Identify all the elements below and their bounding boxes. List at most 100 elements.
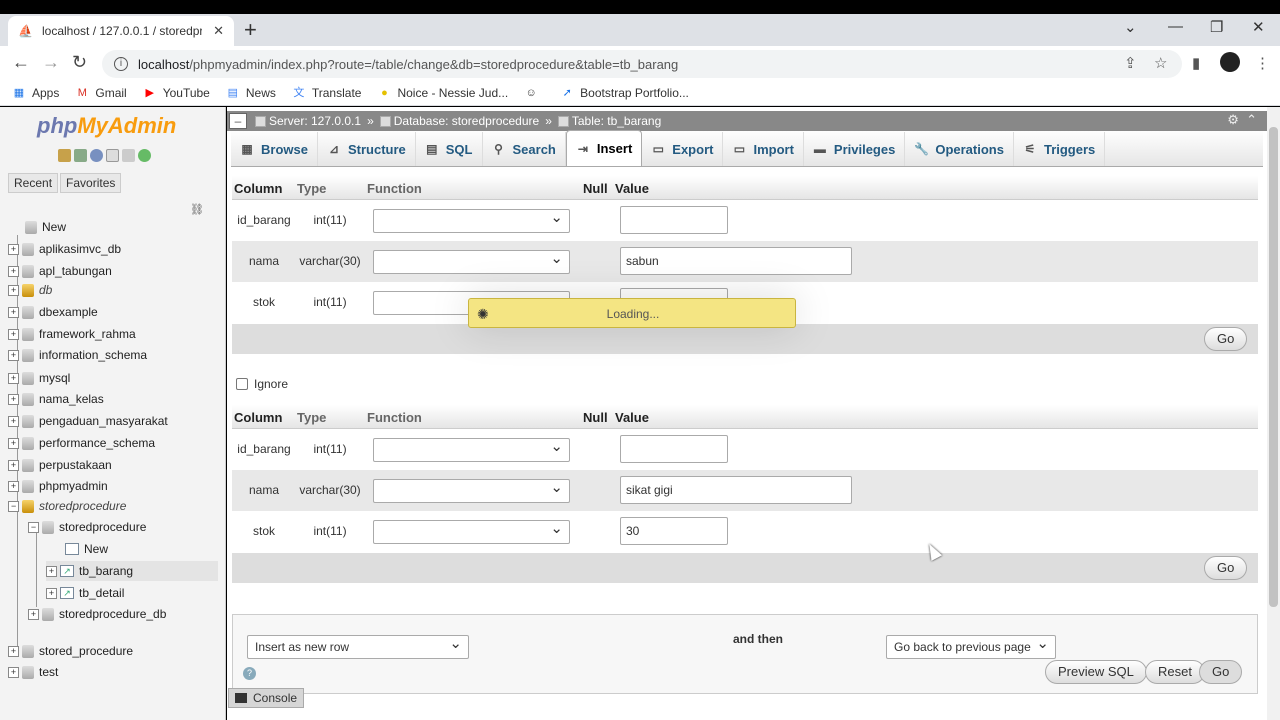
ignore-checkbox[interactable] <box>236 378 248 390</box>
tree-db-performance-schema[interactable]: + performance_schema <box>8 433 155 453</box>
tree-db-test[interactable]: + test <box>8 662 58 682</box>
tree-db-db[interactable]: + db <box>8 280 52 300</box>
tab-operations[interactable]: 🔧 Operations <box>905 132 1014 166</box>
go-button[interactable]: Go <box>1204 556 1248 580</box>
function-select[interactable] <box>373 437 570 462</box>
breadcrumb-server[interactable]: Server: 127.0.0.1 <box>269 114 361 128</box>
expand-icon[interactable]: + <box>8 265 19 277</box>
tree-table-tb-barang[interactable]: + ↗ tb_barang <box>46 561 218 581</box>
refresh-icon[interactable] <box>138 149 151 162</box>
expand-icon[interactable]: + <box>46 587 57 599</box>
side-panel-icon[interactable]: ▮ <box>1192 54 1200 72</box>
value-input[interactable]: 30 <box>620 517 728 545</box>
link-chain-icon[interactable]: ⛓ <box>190 203 204 216</box>
docs-icon[interactable] <box>106 149 119 162</box>
bookmark-smiley[interactable]: ☺ <box>524 87 544 99</box>
tree-new[interactable]: New <box>25 217 66 237</box>
breadcrumb-database[interactable]: Database: storedprocedure <box>394 114 539 128</box>
tab-search[interactable]: ⚲ Search <box>483 132 566 166</box>
tab-triggers[interactable]: ⚟ Triggers <box>1014 132 1106 166</box>
expand-icon[interactable]: + <box>8 480 19 492</box>
tree-db-nama-kelas[interactable]: + nama_kelas <box>8 389 104 409</box>
function-select[interactable] <box>373 249 570 274</box>
bookmark-gmail[interactable]: M Gmail <box>75 86 127 100</box>
tab-sql[interactable]: ▤ SQL <box>416 132 483 166</box>
value-input[interactable]: sabun <box>620 247 852 275</box>
function-select[interactable] <box>373 208 570 233</box>
forward-icon[interactable]: → <box>42 52 60 73</box>
collapse-icon[interactable]: − <box>8 500 19 512</box>
page-settings-gear-icon[interactable]: ⚙ ⌃ <box>1227 112 1257 128</box>
preview-sql-button[interactable]: Preview SQL <box>1045 660 1147 684</box>
restore-icon[interactable]: ❐ <box>1210 18 1223 36</box>
expand-icon[interactable]: + <box>8 645 19 657</box>
expand-icon[interactable]: + <box>8 284 19 296</box>
url-field[interactable]: i localhost/phpmyadmin/index.php?route=/… <box>102 50 1182 78</box>
value-input[interactable] <box>620 435 728 463</box>
reset-button[interactable]: Reset <box>1145 660 1205 684</box>
tab-privileges[interactable]: ▬ Privileges <box>804 132 906 166</box>
page-scrollbar[interactable] <box>1267 107 1280 720</box>
recent-button[interactable]: Recent <box>8 173 59 193</box>
tab-insert[interactable]: ⇥ Insert <box>565 130 643 166</box>
close-window-icon[interactable]: ✕ <box>1252 18 1265 36</box>
expand-icon[interactable]: + <box>8 306 19 318</box>
profile-avatar[interactable] <box>1220 52 1240 72</box>
tab-export[interactable]: ▭ Export <box>642 132 724 166</box>
browser-tab[interactable]: ⛵ localhost / 127.0.0.1 / storedproc ✕ <box>8 16 234 46</box>
tree-db-storedprocedure-group[interactable]: − storedprocedure <box>8 496 126 516</box>
scrollbar-thumb[interactable] <box>1269 127 1278 607</box>
tree-db-stored-procedure[interactable]: + stored_procedure <box>8 641 133 661</box>
back-icon[interactable]: ← <box>12 52 30 73</box>
home-icon[interactable] <box>58 149 71 162</box>
share-icon[interactable]: ⇪ <box>1124 54 1137 72</box>
collapse-icon[interactable]: − <box>28 521 39 533</box>
menu-dots-icon[interactable]: ⋮ <box>1255 54 1270 72</box>
function-select[interactable] <box>373 519 570 544</box>
info-icon[interactable]: i <box>114 57 128 71</box>
insert-mode-select[interactable]: Insert as new row <box>247 634 469 659</box>
tree-db-apl-tabungan[interactable]: + apl_tabungan <box>8 261 112 281</box>
after-insert-select[interactable]: Go back to previous page <box>886 634 1056 659</box>
bookmark-bootstrap[interactable]: ➚ Bootstrap Portfolio... <box>560 86 689 100</box>
breadcrumb-table[interactable]: Table: tb_barang <box>572 114 661 128</box>
bookmark-translate[interactable]: 文 Translate <box>292 86 361 100</box>
tree-db-storedprocedure[interactable]: − storedprocedure <box>28 517 146 537</box>
expand-icon[interactable]: + <box>8 459 19 471</box>
function-select[interactable] <box>373 478 570 503</box>
help-icon[interactable]: ? <box>243 667 256 680</box>
expand-icon[interactable]: + <box>8 415 19 427</box>
help-icon[interactable] <box>90 149 103 162</box>
tree-db-framework-rahma[interactable]: + framework_rahma <box>8 324 136 344</box>
expand-icon[interactable]: + <box>8 666 19 678</box>
tab-import[interactable]: ▭ Import <box>723 132 804 166</box>
expand-icon[interactable]: + <box>8 349 19 361</box>
expand-icon[interactable]: + <box>8 372 19 384</box>
expand-icon[interactable]: + <box>46 565 57 577</box>
reload-icon[interactable]: ↻ <box>72 52 87 73</box>
tree-db-mysql[interactable]: + mysql <box>8 368 70 388</box>
tree-db-phpmyadmin[interactable]: + phpmyadmin <box>8 476 108 496</box>
ignore-option[interactable]: Ignore <box>236 377 288 391</box>
go-button[interactable]: Go <box>1199 660 1243 684</box>
expand-icon[interactable]: + <box>8 328 19 340</box>
chevron-down-icon[interactable]: ⌄ <box>1124 18 1137 36</box>
new-tab-icon[interactable]: + <box>244 17 257 43</box>
tree-db-perpustakaan[interactable]: + perpustakaan <box>8 455 112 475</box>
tree-db-storedprocedure-db[interactable]: + storedprocedure_db <box>28 604 166 624</box>
close-tab-icon[interactable]: ✕ <box>213 23 224 39</box>
tree-db-information-schema[interactable]: + information_schema <box>8 345 147 365</box>
minimize-icon[interactable]: — <box>1168 18 1183 35</box>
expand-icon[interactable]: + <box>8 393 19 405</box>
collapse-nav-icon[interactable]: – <box>229 113 247 129</box>
tree-db-dbexample[interactable]: + dbexample <box>8 302 98 322</box>
bookmark-apps[interactable]: ▦ Apps <box>12 86 60 100</box>
expand-icon[interactable]: + <box>8 243 19 255</box>
console-toggle[interactable]: Console <box>228 688 304 708</box>
expand-icon[interactable]: + <box>28 608 39 620</box>
expand-icon[interactable]: + <box>8 437 19 449</box>
value-input[interactable] <box>620 206 728 234</box>
bookmark-noice[interactable]: ● Noice - Nessie Jud... <box>377 86 508 100</box>
phpmyadmin-logo[interactable]: phpMyAdmin <box>37 113 176 139</box>
tree-db-aplikasimvc[interactable]: + aplikasimvc_db <box>8 239 121 259</box>
